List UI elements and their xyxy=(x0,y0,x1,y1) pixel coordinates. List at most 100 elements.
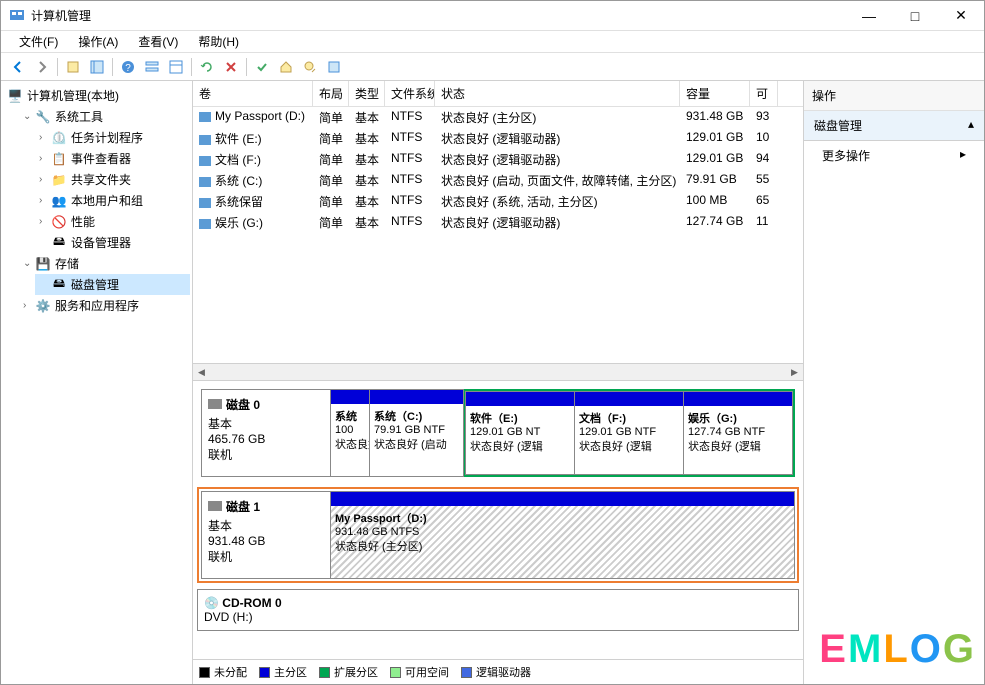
minimize-button[interactable]: — xyxy=(846,1,892,31)
partition[interactable]: 娱乐（G:) 127.74 GB NTF 状态良好 (逻辑 xyxy=(683,391,793,475)
tree-task-scheduler[interactable]: ›⏲️任务计划程序 xyxy=(35,127,190,148)
disk-0-block: 磁盘 0 基本 465.76 GB 联机 系统 100 状态良好 xyxy=(197,385,799,481)
tree-local-users[interactable]: ›👥本地用户和组 xyxy=(35,190,190,211)
tree-disk-management[interactable]: 🖴磁盘管理 xyxy=(35,274,190,295)
menu-action[interactable]: 操作(A) xyxy=(68,30,128,53)
separator xyxy=(57,58,58,76)
collapse-icon[interactable]: ⌄ xyxy=(23,258,35,269)
swatch-icon xyxy=(461,667,472,678)
disk-type: 基本 xyxy=(208,415,324,432)
col-volume[interactable]: 卷 xyxy=(193,81,313,106)
partition-status: 状态良好 (启动 xyxy=(374,436,459,452)
tree-performance[interactable]: ›🚫性能 xyxy=(35,211,190,232)
partition[interactable]: 软件（E:) 129.01 GB NT 状态良好 (逻辑 xyxy=(465,391,575,475)
col-type[interactable]: 类型 xyxy=(349,81,385,106)
disk-size: 465.76 GB xyxy=(208,432,324,446)
tree-label: 服务和应用程序 xyxy=(55,297,139,314)
partition-name: 系统 xyxy=(335,408,365,424)
partition-name: 系统（C:) xyxy=(374,408,459,424)
table-row[interactable]: 系统 (C:)简单基本NTFS状态良好 (启动, 页面文件, 故障转储, 主分区… xyxy=(193,170,803,191)
tree-storage[interactable]: ⌄ 💾 存储 xyxy=(19,253,190,274)
disk-1-info[interactable]: 磁盘 1 基本 931.48 GB 联机 xyxy=(201,491,331,579)
disk-name: 磁盘 1 xyxy=(226,500,260,514)
collapse-icon[interactable]: ⌄ xyxy=(23,111,35,122)
table-row[interactable]: My Passport (D:)简单基本NTFS状态良好 (主分区)931.48… xyxy=(193,107,803,128)
tools-icon: 🔧 xyxy=(35,109,51,125)
menu-file[interactable]: 文件(F) xyxy=(9,30,68,53)
table-row[interactable]: 文档 (F:)简单基本NTFS状态良好 (逻辑驱动器)129.01 GB94 xyxy=(193,149,803,170)
partition-status: 状态良好 xyxy=(335,436,365,452)
scroll-left-icon[interactable]: ◀ xyxy=(193,364,210,381)
horizontal-scrollbar[interactable]: ◀ ▶ xyxy=(193,363,803,380)
legend: 未分配 主分区 扩展分区 可用空间 逻辑驱动器 xyxy=(193,659,803,684)
collapse-icon[interactable]: ▴ xyxy=(968,117,974,134)
separator xyxy=(112,58,113,76)
expand-icon[interactable]: › xyxy=(39,216,51,227)
folder-icon: 📁 xyxy=(51,172,67,188)
volume-rows: My Passport (D:)简单基本NTFS状态良好 (主分区)931.48… xyxy=(193,107,803,233)
delete-icon[interactable] xyxy=(220,56,242,78)
expand-icon[interactable]: › xyxy=(39,132,51,143)
tree-label: 性能 xyxy=(71,213,95,230)
actions-section[interactable]: 磁盘管理 ▴ xyxy=(804,111,984,141)
partition-header xyxy=(331,390,369,404)
scroll-right-icon[interactable]: ▶ xyxy=(786,364,803,381)
back-button[interactable] xyxy=(7,56,29,78)
help-icon[interactable]: ? xyxy=(117,56,139,78)
clock-icon: ⏲️ xyxy=(51,130,67,146)
partition[interactable]: My Passport（D:) 931.48 GB NTFS 状态良好 (主分区… xyxy=(330,491,795,579)
check-icon[interactable] xyxy=(251,56,273,78)
col-layout[interactable]: 布局 xyxy=(313,81,349,106)
close-button[interactable]: ✕ xyxy=(938,1,984,31)
col-filesystem[interactable]: 文件系统 xyxy=(385,81,435,106)
partition[interactable]: 系统（C:) 79.91 GB NTF 状态良好 (启动 xyxy=(369,389,464,477)
tree-pane: 🖥️ 计算机管理(本地) ⌄ 🔧 系统工具 ›⏲️任务计划程序 ›📋事件查看器 … xyxy=(1,81,193,684)
col-status[interactable]: 状态 xyxy=(435,81,680,106)
action-label: 更多操作 xyxy=(822,147,870,164)
tree-shared-folders[interactable]: ›📁共享文件夹 xyxy=(35,169,190,190)
expand-icon[interactable]: › xyxy=(23,300,35,311)
search-icon[interactable] xyxy=(299,56,321,78)
cdrom-block[interactable]: 💿 CD-ROM 0 DVD (H:) xyxy=(197,589,799,631)
tree-view-icon[interactable] xyxy=(86,56,108,78)
tree-event-viewer[interactable]: ›📋事件查看器 xyxy=(35,148,190,169)
partition-header xyxy=(370,390,463,404)
partition[interactable]: 系统 100 状态良好 xyxy=(330,389,370,477)
expand-icon[interactable]: › xyxy=(39,153,51,164)
window-title: 计算机管理 xyxy=(31,7,846,24)
menu-help[interactable]: 帮助(H) xyxy=(188,30,249,53)
legend-logical: 逻辑驱动器 xyxy=(461,664,531,680)
partition-status: 状态良好 (主分区) xyxy=(335,538,790,554)
detail-icon[interactable] xyxy=(165,56,187,78)
col-capacity[interactable]: 容量 xyxy=(680,81,750,106)
list-icon[interactable] xyxy=(141,56,163,78)
disk-0-info[interactable]: 磁盘 0 基本 465.76 GB 联机 xyxy=(201,389,331,477)
col-free[interactable]: 可 xyxy=(750,81,778,106)
services-icon: ⚙️ xyxy=(35,298,51,314)
forward-button[interactable] xyxy=(31,56,53,78)
table-row[interactable]: 娱乐 (G:)简单基本NTFS状态良好 (逻辑驱动器)127.74 GB11 xyxy=(193,212,803,233)
more-actions[interactable]: 更多操作 ▸ xyxy=(804,141,984,170)
legend-label: 未分配 xyxy=(214,664,247,680)
menu-view[interactable]: 查看(V) xyxy=(128,30,188,53)
tree-root[interactable]: 🖥️ 计算机管理(本地) xyxy=(3,85,190,106)
disk-status: 联机 xyxy=(208,548,324,565)
table-row[interactable]: 系统保留简单基本NTFS状态良好 (系统, 活动, 主分区)100 MB65 xyxy=(193,191,803,212)
partition-header xyxy=(466,392,574,406)
section-label: 磁盘管理 xyxy=(814,117,862,134)
expand-icon[interactable]: › xyxy=(39,174,51,185)
undo-icon[interactable] xyxy=(196,56,218,78)
tree-system-tools[interactable]: ⌄ 🔧 系统工具 xyxy=(19,106,190,127)
tree-services[interactable]: › ⚙️ 服务和应用程序 xyxy=(19,295,190,316)
properties-icon[interactable] xyxy=(62,56,84,78)
tree-device-manager[interactable]: 🖴设备管理器 xyxy=(35,232,190,253)
disk-icon: 🖴 xyxy=(51,277,67,293)
maximize-button[interactable]: □ xyxy=(892,1,938,31)
tree-label: 磁盘管理 xyxy=(71,276,119,293)
home-icon[interactable] xyxy=(275,56,297,78)
legend-label: 扩展分区 xyxy=(334,664,378,680)
partition[interactable]: 文档（F:) 129.01 GB NTF 状态良好 (逻辑 xyxy=(574,391,684,475)
expand-icon[interactable]: › xyxy=(39,195,51,206)
table-row[interactable]: 软件 (E:)简单基本NTFS状态良好 (逻辑驱动器)129.01 GB10 xyxy=(193,128,803,149)
refresh-icon[interactable] xyxy=(323,56,345,78)
